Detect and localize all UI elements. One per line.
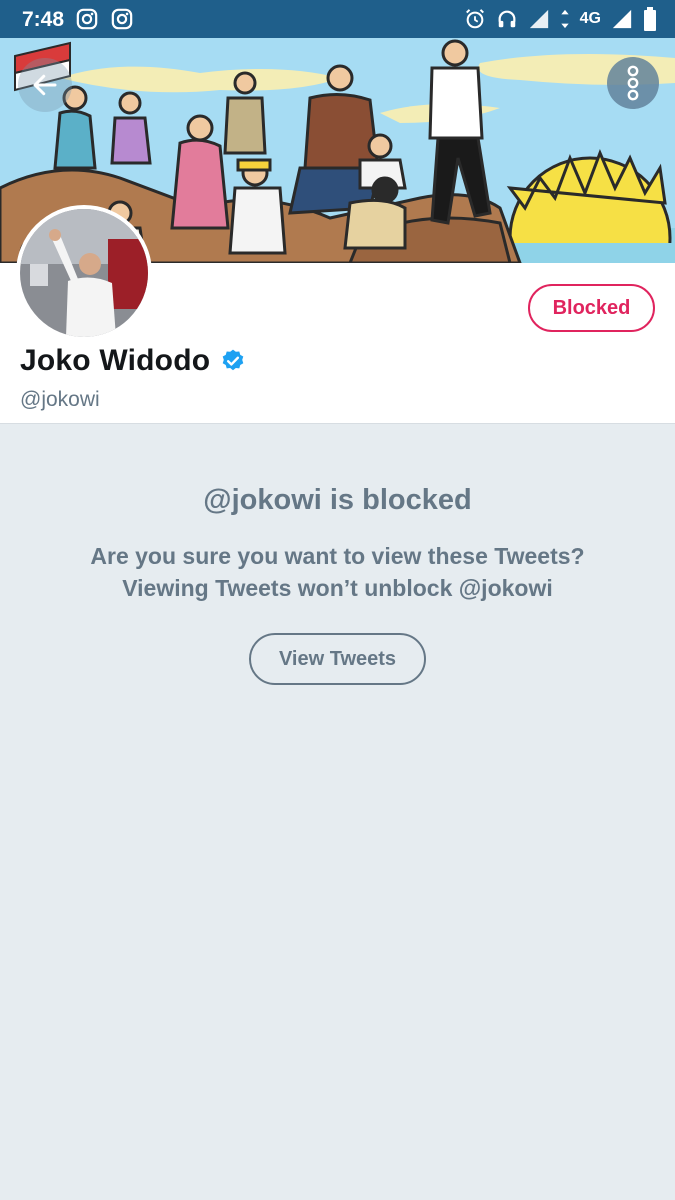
verified-badge-icon: [222, 349, 244, 371]
instagram-icon: [76, 8, 98, 30]
headphones-icon: [498, 10, 516, 28]
blocked-description: Are you sure you want to view these Twee…: [40, 540, 635, 604]
more-vertical-icon: [627, 65, 639, 101]
back-button[interactable]: [18, 58, 72, 112]
signal-icon: [612, 9, 632, 29]
status-bar: 7:48 4G: [0, 0, 675, 38]
battery-icon: [644, 7, 656, 31]
data-arrows-icon: [560, 9, 569, 29]
blocked-title: @jokowi is blocked: [203, 484, 472, 516]
signal-icon: [529, 9, 548, 29]
status-icons: 4G: [464, 7, 657, 31]
network-type: 4G: [579, 10, 601, 27]
status-time: 7:48: [22, 8, 65, 31]
display-name: Joko Widodo: [20, 344, 211, 377]
more-options-button[interactable]: [607, 57, 659, 109]
avatar[interactable]: [16, 205, 152, 341]
avatar-photo: [20, 209, 148, 337]
profile-name-row: Joko Widodo: [20, 344, 246, 378]
blocked-description-line1: Are you sure you want to view these Twee…: [90, 543, 585, 569]
blocked-description-line2: Viewing Tweets won’t unblock @jokowi: [122, 575, 553, 601]
view-tweets-button[interactable]: View Tweets: [249, 633, 426, 685]
blocked-button[interactable]: Blocked: [528, 284, 655, 332]
alarm-icon: [465, 9, 484, 29]
arrow-left-icon: [33, 74, 57, 96]
instagram-icon: [111, 8, 133, 30]
profile-handle: @jokowi: [20, 388, 100, 411]
